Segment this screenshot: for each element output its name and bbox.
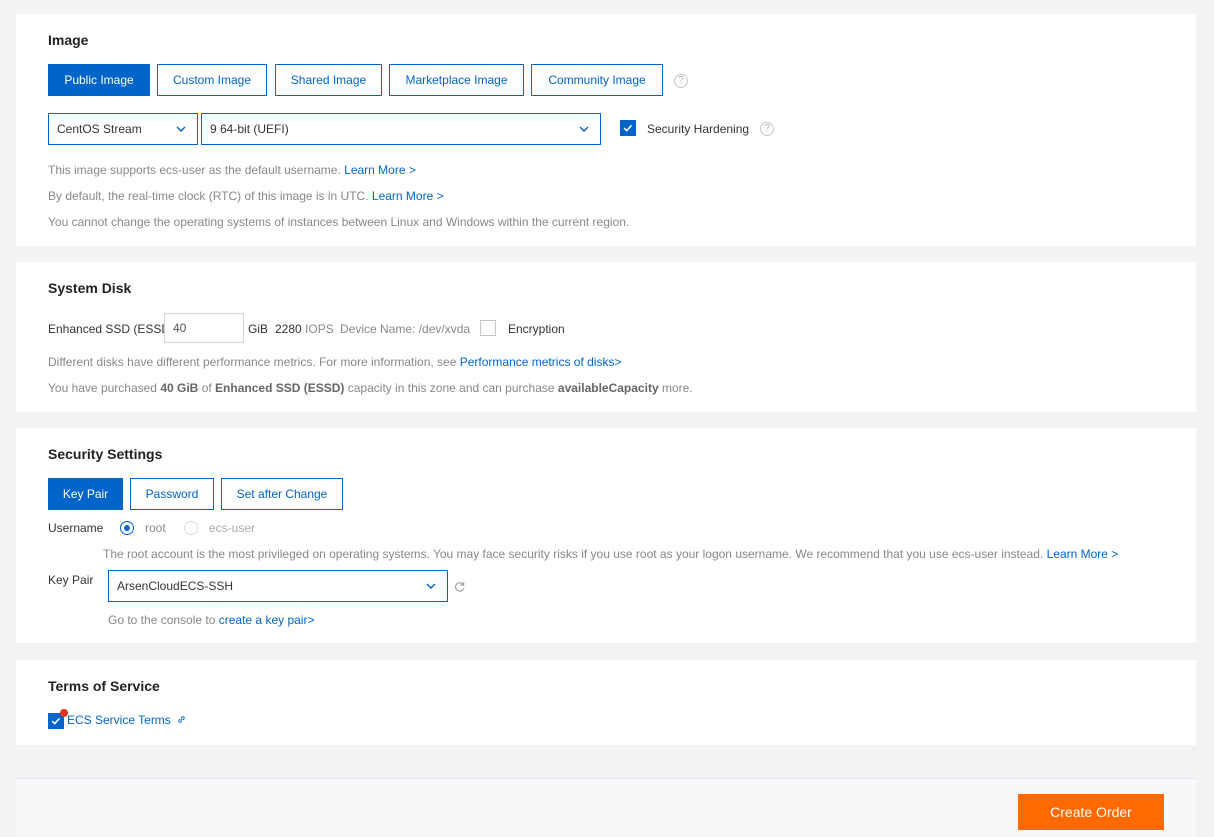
image-note-os-change: You cannot change the operating systems … bbox=[48, 215, 630, 229]
disk-performance-note: Different disks have different performan… bbox=[48, 355, 622, 369]
security-hardening-checkbox[interactable] bbox=[620, 120, 636, 136]
create-key-pair-note: Go to the console to create a key pair> bbox=[108, 613, 315, 627]
security-hardening-help-icon[interactable]: ? bbox=[760, 122, 774, 136]
chevron-down-icon bbox=[176, 126, 186, 132]
tab-password[interactable]: Password bbox=[130, 478, 214, 510]
os-version-select[interactable]: 9 64-bit (UEFI) bbox=[201, 113, 601, 145]
security-settings-section: Security Settings Key Pair Password Set … bbox=[16, 428, 1196, 643]
learn-more-link[interactable]: Learn More > bbox=[344, 163, 416, 177]
os-select[interactable]: CentOS Stream bbox=[48, 113, 198, 145]
root-warning-note: The root account is the most privileged … bbox=[103, 547, 1119, 561]
image-section-title: Image bbox=[48, 32, 89, 48]
performance-metrics-link[interactable]: Performance metrics of disks> bbox=[460, 355, 622, 369]
learn-more-link[interactable]: Learn More > bbox=[372, 189, 444, 203]
key-pair-value: ArsenCloudECS-SSH bbox=[117, 579, 234, 593]
terms-title: Terms of Service bbox=[48, 678, 160, 694]
disk-size-input[interactable]: 40 bbox=[164, 313, 244, 343]
system-disk-title: System Disk bbox=[48, 280, 132, 296]
encryption-label: Encryption bbox=[508, 322, 565, 336]
create-key-pair-link[interactable]: create a key pair> bbox=[219, 613, 315, 627]
system-disk-section: System Disk Enhanced SSD (ESSD) 40 GiB 2… bbox=[16, 262, 1196, 412]
learn-more-link[interactable]: Learn More > bbox=[1047, 547, 1119, 561]
os-version-value: 9 64-bit (UEFI) bbox=[210, 122, 289, 136]
tab-community-image[interactable]: Community Image bbox=[531, 64, 663, 96]
refresh-icon[interactable] bbox=[453, 580, 466, 593]
username-ecs-user-radio[interactable] bbox=[184, 521, 198, 535]
os-select-value: CentOS Stream bbox=[57, 122, 142, 136]
username-label: Username bbox=[48, 521, 104, 535]
tab-marketplace-image[interactable]: Marketplace Image bbox=[389, 64, 524, 96]
username-root-radio[interactable] bbox=[120, 521, 134, 535]
tab-shared-image[interactable]: Shared Image bbox=[275, 64, 382, 96]
tab-set-after-change[interactable]: Set after Change bbox=[221, 478, 343, 510]
image-note-rtc: By default, the real-time clock (RTC) of… bbox=[48, 189, 444, 203]
terms-link[interactable]: ECS Service Terms bbox=[67, 713, 187, 727]
external-link-icon bbox=[178, 716, 185, 723]
order-footer: Create Order bbox=[16, 778, 1196, 837]
disk-size-unit: GiB bbox=[248, 322, 269, 336]
security-hardening-label: Security Hardening bbox=[647, 122, 750, 136]
tab-key-pair[interactable]: Key Pair bbox=[48, 478, 123, 510]
username-ecs-user-label: ecs-user bbox=[209, 521, 256, 535]
chevron-down-icon bbox=[579, 126, 589, 132]
image-section: Image Public Image Custom Image Shared I… bbox=[16, 14, 1196, 246]
disk-capacity-note: You have purchased 40 GiB of Enhanced SS… bbox=[48, 381, 693, 395]
username-root-label: root bbox=[145, 521, 166, 535]
tab-public-image[interactable]: Public Image bbox=[48, 64, 150, 96]
image-note-username: This image supports ecs-user as the defa… bbox=[48, 163, 416, 177]
tab-custom-image[interactable]: Custom Image bbox=[157, 64, 267, 96]
key-pair-select[interactable]: ArsenCloudECS-SSH bbox=[108, 570, 448, 602]
chevron-down-icon bbox=[426, 583, 436, 589]
terms-section: Terms of Service ECS Service Terms bbox=[16, 660, 1196, 745]
image-help-icon[interactable]: ? bbox=[674, 74, 688, 88]
encryption-checkbox[interactable] bbox=[480, 320, 496, 336]
disk-type-label: Enhanced SSD (ESSD) bbox=[48, 322, 175, 336]
key-pair-label: Key Pair bbox=[48, 573, 94, 587]
security-settings-title: Security Settings bbox=[48, 446, 163, 462]
create-order-button[interactable]: Create Order bbox=[1018, 794, 1164, 830]
check-icon bbox=[623, 124, 633, 132]
disk-iops: 2280 IOPS bbox=[275, 322, 334, 336]
device-name: Device Name: /dev/xvda bbox=[340, 322, 471, 336]
